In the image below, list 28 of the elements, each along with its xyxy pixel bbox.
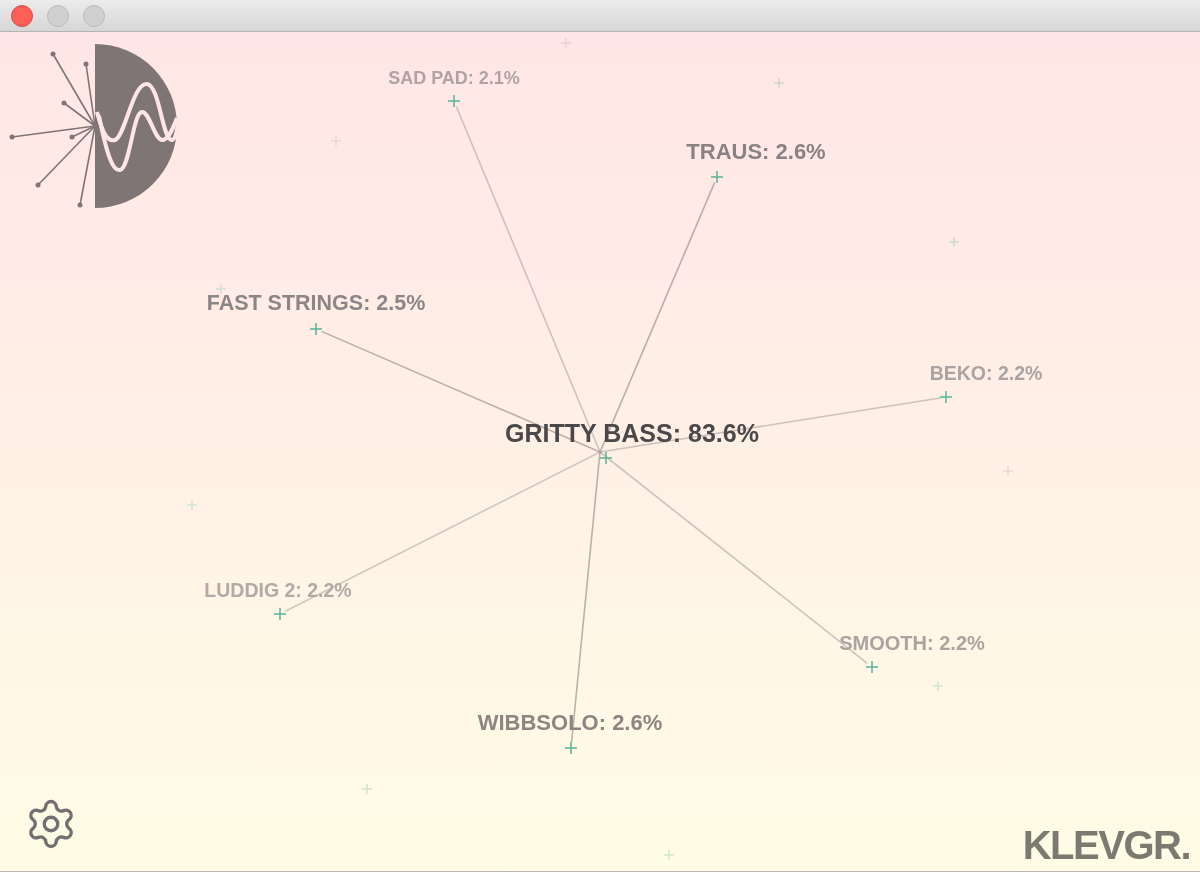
plus-marker-icon <box>310 323 322 335</box>
plus-marker-icon <box>448 95 460 107</box>
plus-marker-icon <box>565 742 577 754</box>
preset-label: SAD PAD: 2.1% <box>388 69 520 87</box>
plus-marker-icon <box>866 661 878 673</box>
preset-label: FAST STRINGS: 2.5% <box>206 293 426 315</box>
logo-icon <box>8 42 180 210</box>
preset-label: SMOOTH: 2.2% <box>839 633 985 653</box>
plus-icon <box>362 784 372 794</box>
plus-icon <box>1003 466 1013 476</box>
preset-label: LUDDIG 2: 2.2% <box>204 581 352 601</box>
plus-icon <box>561 38 571 48</box>
plus-icon <box>664 850 674 860</box>
preset-label: BEKO: 2.2% <box>929 364 1043 384</box>
brand-logo-text: KLEVGR. <box>1022 825 1190 865</box>
plus-marker-icon <box>600 452 612 464</box>
plus-icon <box>774 78 784 88</box>
plus-marker-icon <box>940 391 952 403</box>
plus-icon <box>216 284 226 294</box>
plus-icon <box>933 681 943 691</box>
close-button[interactable] <box>11 4 33 27</box>
plus-icon <box>949 237 959 247</box>
preset-label: GRITTY BASS: 83.6% <box>505 420 759 446</box>
plus-marker-icon <box>274 608 286 620</box>
preset-label: WIBBSOLO: 2.6% <box>477 712 663 734</box>
preset-label: TRAUS: 2.6% <box>686 141 826 163</box>
plus-icon <box>187 500 197 510</box>
plus-marker-icon <box>711 171 723 183</box>
